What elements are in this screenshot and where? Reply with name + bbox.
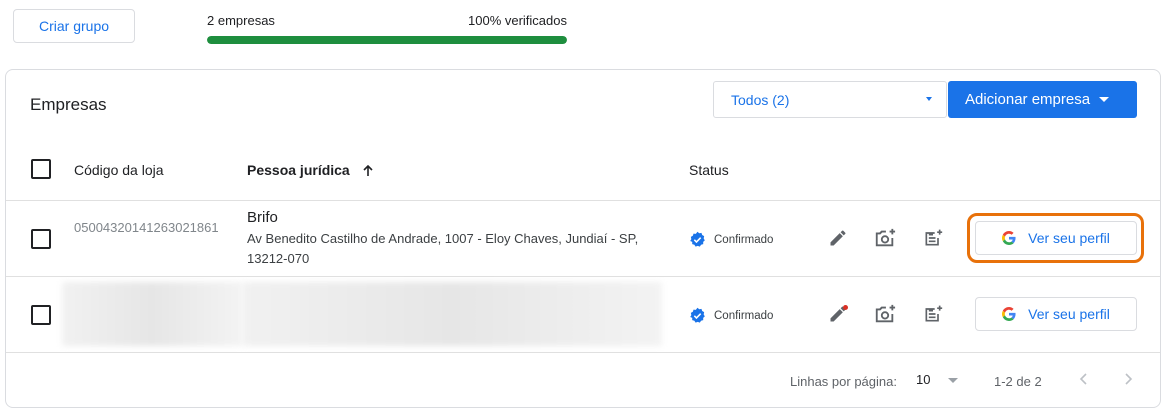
status-badge: Confirmado — [689, 231, 773, 248]
add-business-label: Adicionar empresa — [965, 91, 1091, 108]
column-header-label: Pessoa jurídica — [247, 162, 350, 178]
pagination-range: 1-2 de 2 — [994, 374, 1042, 389]
edit-pencil-icon — [830, 230, 846, 246]
card-title: Empresas — [30, 95, 107, 114]
next-page-button[interactable] — [1118, 369, 1138, 389]
select-all-checkbox[interactable] — [31, 159, 51, 179]
chevron-right-icon — [1125, 373, 1133, 385]
rows-per-page-label: Linhas por página: — [790, 374, 897, 389]
sort-up-icon — [362, 164, 374, 180]
google-g-icon — [1002, 231, 1016, 245]
row-checkbox[interactable] — [31, 305, 51, 325]
add-photo-button[interactable] — [873, 302, 897, 326]
rows-per-page-value: 10 — [916, 372, 931, 387]
create-group-button[interactable]: Criar grupo — [13, 9, 135, 43]
verified-badge-icon — [690, 231, 705, 247]
business-name: Brifo — [247, 209, 278, 226]
row-checkbox[interactable] — [31, 229, 51, 249]
top-bar: Criar grupo 2 empresas 100% verificados — [0, 0, 1170, 60]
verified-percentage: 100% verificados — [468, 13, 567, 28]
verification-progress-bar — [207, 36, 567, 44]
column-header-legal-entity[interactable]: Pessoa jurídica — [247, 162, 374, 180]
business-count: 2 empresas — [207, 13, 275, 28]
filter-dropdown[interactable]: Todos (2) — [713, 81, 947, 118]
add-photo-icon — [875, 304, 896, 323]
add-post-icon — [925, 229, 943, 246]
redacted-store-code — [62, 282, 242, 346]
view-profile-label: Ver seu perfil — [1028, 306, 1110, 322]
notification-dot — [843, 305, 848, 310]
businesses-card: Empresas Todos (2) Adicionar empresa Cód… — [5, 69, 1161, 408]
add-photo-icon — [875, 228, 896, 247]
filter-value: Todos (2) — [731, 91, 790, 108]
add-post-button[interactable] — [921, 302, 945, 326]
column-header-status: Status — [689, 162, 729, 178]
previous-page-button[interactable] — [1074, 369, 1094, 389]
rows-per-page-select[interactable]: 10 — [916, 372, 959, 387]
verified-badge-icon — [690, 307, 705, 323]
add-post-icon — [925, 305, 943, 322]
verification-summary: 2 empresas 100% verificados — [207, 13, 567, 44]
status-badge: Confirmado — [689, 307, 773, 324]
add-photo-button[interactable] — [873, 226, 897, 250]
view-profile-button[interactable]: Ver seu perfil — [975, 297, 1137, 331]
edit-button[interactable] — [826, 226, 850, 250]
view-profile-button[interactable]: Ver seu perfil — [975, 221, 1137, 255]
column-header-store-code[interactable]: Código da loja — [74, 162, 164, 178]
chevron-left-icon — [1079, 373, 1087, 385]
view-profile-label: Ver seu perfil — [1028, 230, 1110, 246]
store-code: 05004320141263021861 — [74, 220, 219, 235]
verification-progress-fill — [207, 36, 567, 44]
dropdown-caret-icon — [926, 97, 932, 101]
status-text: Confirmado — [714, 233, 774, 246]
dropdown-caret-icon — [948, 378, 959, 383]
row-divider — [6, 352, 1160, 353]
add-business-button[interactable]: Adicionar empresa — [948, 81, 1137, 118]
row-divider — [6, 200, 1160, 201]
redacted-business-info — [242, 282, 662, 346]
edit-button[interactable] — [826, 302, 850, 326]
row-divider — [6, 276, 1160, 277]
status-text: Confirmado — [714, 309, 774, 322]
add-post-button[interactable] — [921, 226, 945, 250]
google-g-icon — [1002, 307, 1016, 321]
business-address: Av Benedito Castilho de Andrade, 1007 - … — [247, 231, 639, 266]
dropdown-caret-icon — [1099, 97, 1110, 102]
